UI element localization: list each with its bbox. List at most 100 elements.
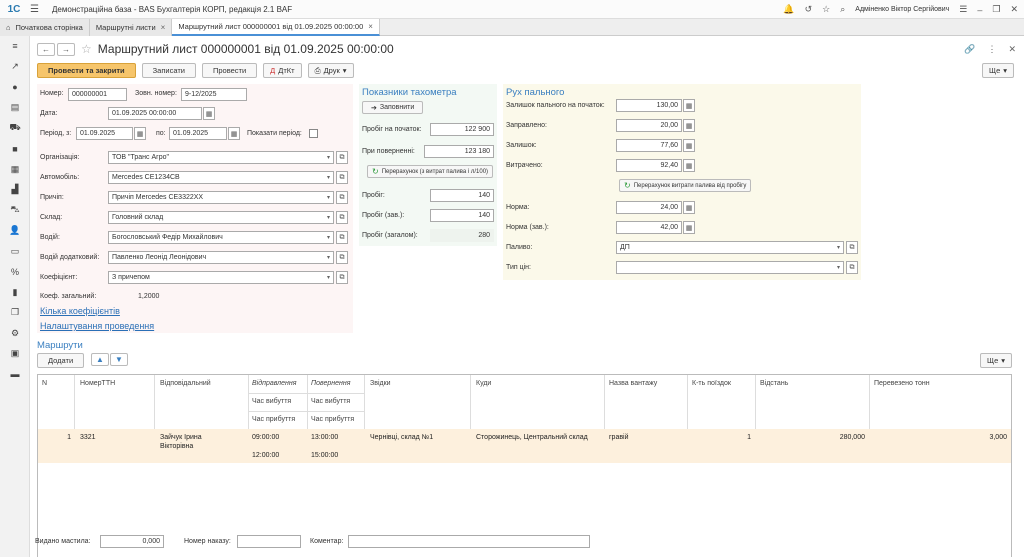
dtkt-button[interactable]: Д ДтКт: [263, 63, 302, 78]
col-header-distance[interactable]: Відстань: [760, 380, 788, 387]
show-period-checkbox[interactable]: [309, 129, 318, 138]
sidebar-bank-icon[interactable]: ▤: [0, 98, 30, 119]
open-icon[interactable]: ⧉: [336, 271, 348, 284]
driver2-field[interactable]: Павленко Леонід Леонідович ▾: [108, 251, 334, 264]
oil-field[interactable]: 0,000: [100, 535, 164, 548]
restore-icon[interactable]: ❐: [992, 4, 1000, 15]
routes-more-button[interactable]: Ще ▾: [980, 353, 1012, 368]
calendar-icon[interactable]: ▦: [228, 127, 240, 140]
history-icon[interactable]: ↺: [805, 4, 813, 15]
open-icon[interactable]: ⧉: [846, 261, 858, 274]
price-type-field[interactable]: ▾: [616, 261, 844, 274]
sidebar-tax-icon[interactable]: %: [0, 262, 30, 283]
coef-field[interactable]: З причепом ▾: [108, 271, 334, 284]
calendar-icon[interactable]: ▦: [203, 107, 215, 120]
col-header-return-arrival[interactable]: Час прибуття: [311, 416, 354, 423]
col-header-cargo[interactable]: Назва вантажу: [609, 380, 657, 387]
number-field[interactable]: 000000001: [68, 88, 127, 101]
tacho-return-field[interactable]: 123 180: [424, 145, 494, 158]
print-button[interactable]: ⎙ Друк ▾: [307, 63, 354, 78]
tab-route-sheet-doc[interactable]: Маршрутний лист 000000001 від 01.09.2025…: [172, 19, 380, 36]
rest-field[interactable]: 77,60: [616, 139, 682, 152]
sidebar-bag-icon[interactable]: ■: [0, 139, 30, 160]
sidebar-card-icon[interactable]: ▭: [0, 241, 30, 262]
post-and-close-button[interactable]: Провести та закрити: [37, 63, 136, 78]
col-header-tons[interactable]: Перевезено тонн: [874, 380, 930, 387]
norm-load-field[interactable]: 42,00: [616, 221, 682, 234]
warehouse-field[interactable]: Головний склад ▾: [108, 211, 334, 224]
trailer-field[interactable]: Причіп Mercedes CE3322XX ▾: [108, 191, 334, 204]
hamburger-menu-icon[interactable]: ☰: [30, 4, 42, 15]
col-header-return-departure[interactable]: Час вибуття: [311, 398, 350, 405]
post-button[interactable]: Провести: [201, 63, 258, 78]
sidebar-user-icon[interactable]: 👤: [0, 221, 30, 242]
calculator-icon[interactable]: ▦: [683, 159, 695, 172]
car-field[interactable]: Mercedes CE1234CB ▾: [108, 171, 334, 184]
search-icon[interactable]: ⌕: [840, 4, 845, 15]
open-icon[interactable]: ⧉: [336, 191, 348, 204]
sidebar-pc-icon[interactable]: ▬: [0, 364, 30, 385]
tab-close-icon[interactable]: ×: [161, 23, 166, 32]
bell-icon[interactable]: 🔔: [783, 4, 794, 15]
tab-close-icon[interactable]: ×: [368, 22, 373, 31]
date-field[interactable]: 01.09.2025 00:00:00: [108, 107, 202, 120]
move-up-icon[interactable]: ▲: [91, 353, 109, 366]
sidebar-book-icon[interactable]: ▣: [0, 344, 30, 365]
col-header-responsible[interactable]: Відповідальний: [160, 380, 211, 387]
col-header-arrival-time[interactable]: Час прибуття: [252, 416, 295, 423]
posting-settings-link[interactable]: Налаштування проведення: [40, 321, 154, 331]
col-header-return[interactable]: Повернення: [311, 380, 350, 387]
open-icon[interactable]: ⧉: [336, 151, 348, 164]
open-icon[interactable]: ⧉: [336, 231, 348, 244]
close-icon[interactable]: ✕: [1010, 4, 1018, 15]
fuel-start-field[interactable]: 130,00: [616, 99, 682, 112]
open-icon[interactable]: ⧉: [336, 171, 348, 184]
period-from-field[interactable]: 01.09.2025: [76, 127, 133, 140]
more-button[interactable]: Ще ▾: [982, 63, 1014, 78]
calendar-icon[interactable]: ▦: [134, 127, 146, 140]
back-button[interactable]: ←: [37, 42, 55, 56]
tacho-start-field[interactable]: 122 900: [430, 123, 494, 136]
sidebar-cart-icon[interactable]: ⛟: [0, 118, 30, 139]
settings-menu-icon[interactable]: ☰: [959, 4, 967, 15]
sidebar-docs-icon[interactable]: ❐: [0, 303, 30, 324]
close-icon[interactable]: ✕: [1008, 44, 1016, 55]
multiple-coefs-link[interactable]: Кілька коефіцієнтів: [40, 306, 120, 316]
order-field[interactable]: [237, 535, 301, 548]
col-header-from[interactable]: Звідки: [370, 380, 391, 387]
col-header-n[interactable]: N: [42, 380, 47, 387]
open-icon[interactable]: ⧉: [846, 241, 858, 254]
sidebar-factory-icon[interactable]: ▟: [0, 180, 30, 201]
tab-home[interactable]: ⌂ Початкова сторінка: [0, 19, 90, 36]
sidebar-grid-icon[interactable]: ▦: [0, 159, 30, 180]
move-down-icon[interactable]: ▼: [110, 353, 128, 366]
mileage-load-field[interactable]: 140: [430, 209, 494, 222]
sidebar-gear-icon[interactable]: ⚙: [0, 323, 30, 344]
forward-button[interactable]: →: [57, 42, 75, 56]
fuel-recalc-button[interactable]: ↻ Перерахунок витрати палива від пробігу: [619, 179, 752, 192]
sidebar-menu-icon[interactable]: ≡: [0, 36, 30, 57]
open-icon[interactable]: ⧉: [336, 251, 348, 264]
favorite-star-icon[interactable]: ☆: [81, 42, 92, 56]
more-vertical-icon[interactable]: ⋮: [987, 44, 996, 55]
col-header-departure-time[interactable]: Час вибуття: [252, 398, 291, 405]
col-header-to[interactable]: Куди: [476, 380, 491, 387]
sidebar-truck-icon[interactable]: ⛍: [0, 200, 30, 221]
fuel-type-field[interactable]: ДП ▾: [616, 241, 844, 254]
add-route-button[interactable]: Додати: [37, 353, 85, 368]
sidebar-chart-icon[interactable]: ↗: [0, 57, 30, 78]
mileage-field[interactable]: 140: [430, 189, 494, 202]
user-name[interactable]: Адміненко Віктор Сергійович: [855, 6, 949, 13]
star-icon[interactable]: ☆: [822, 4, 830, 15]
ext-number-field[interactable]: 9-12/2025: [181, 88, 247, 101]
calculator-icon[interactable]: ▦: [683, 139, 695, 152]
calculator-icon[interactable]: ▦: [683, 119, 695, 132]
fill-button[interactable]: ➔ Заповнити: [362, 101, 424, 114]
col-header-trips[interactable]: К-ть поїздок: [692, 380, 731, 387]
save-button[interactable]: Записати: [141, 63, 196, 78]
table-row[interactable]: 1 3321 Зайчук Ірина Вікторівна 09:00:00 …: [38, 429, 1011, 463]
tab-route-sheets[interactable]: Маршрутні листи ×: [89, 19, 173, 36]
spent-field[interactable]: 92,40: [616, 159, 682, 172]
org-field[interactable]: ТОВ "Транс Агро" ▾: [108, 151, 334, 164]
minimize-icon[interactable]: –: [977, 5, 982, 15]
